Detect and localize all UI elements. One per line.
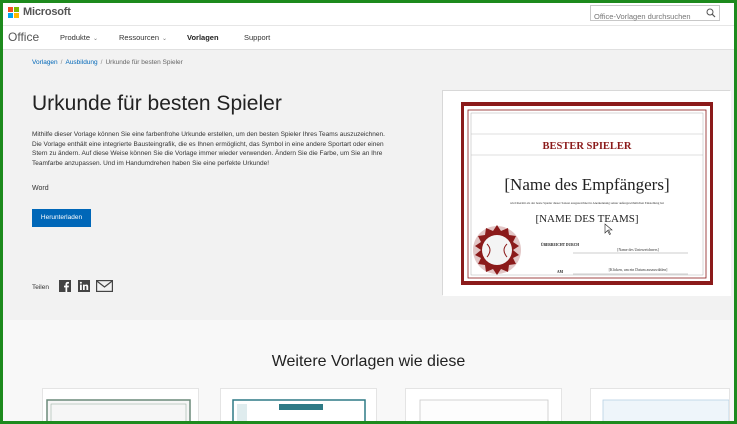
template-thumbnail: [419, 399, 549, 424]
template-preview[interactable]: BESTER SPIELER [Name des Empfängers] wir…: [442, 90, 731, 296]
brand-name[interactable]: Microsoft: [23, 6, 71, 18]
download-button[interactable]: Herunterladen: [32, 209, 91, 227]
nav-item-label: Vorlagen: [187, 33, 219, 42]
facebook-icon[interactable]: [59, 280, 71, 292]
mail-icon[interactable]: [96, 280, 113, 292]
search-icon[interactable]: [706, 8, 716, 18]
breadcrumb-link-ausbildung[interactable]: Ausbildung: [65, 59, 97, 66]
nav-item-produkte[interactable]: Produkte ⌄: [60, 33, 98, 42]
certificate-heading: BESTER SPIELER: [543, 141, 632, 152]
breadcrumb: Vorlagen / Ausbildung / Urkunde für besten S…: [32, 59, 183, 66]
date-label: AM: [557, 270, 564, 274]
breadcrumb-separator: /: [60, 59, 63, 66]
template-card[interactable]: [42, 388, 199, 424]
microsoft-logo-icon[interactable]: [8, 7, 19, 18]
nav-bar: Office Produkte ⌄ Ressourcen ⌄ Vorlagen Su…: [0, 26, 737, 50]
template-thumbnail: [602, 399, 729, 424]
chevron-down-icon: ⌄: [93, 36, 99, 42]
nav-item-ressourcen[interactable]: Ressourcen ⌄: [119, 33, 167, 42]
breadcrumb-separator: /: [100, 59, 103, 66]
template-thumbnail: [46, 399, 191, 424]
app-label: Word: [32, 185, 49, 192]
certificate-image: BESTER SPIELER [Name des Empfängers] wir…: [443, 91, 731, 296]
template-description: Mithilfe dieser Vorlage können Sie eine …: [32, 131, 385, 167]
top-bar: Microsoft: [0, 0, 737, 26]
template-thumbnail: [232, 399, 366, 424]
section-title: Weitere Vorlagen wie diese: [271, 353, 466, 370]
template-card[interactable]: [405, 388, 562, 424]
page-title: Urkunde für besten Spieler: [32, 92, 282, 115]
template-card[interactable]: [220, 388, 377, 424]
breadcrumb-link-vorlagen[interactable]: Vorlagen: [32, 59, 58, 66]
linkedin-icon[interactable]: [78, 280, 90, 292]
certificate-team: [NAME DES TEAMS]: [535, 213, 638, 225]
nav-item-label: Support: [244, 33, 271, 42]
chevron-down-icon: ⌄: [162, 36, 168, 42]
nav-item-vorlagen[interactable]: Vorlagen: [187, 33, 219, 42]
certificate-recipient: [Name des Empfängers]: [504, 175, 669, 194]
nav-item-support[interactable]: Support: [244, 33, 270, 42]
certificate-subtext: wird hiermit als der beste Spieler diese…: [510, 201, 664, 205]
presented-by-label: ÜBERREICHT DURCH: [541, 242, 579, 247]
share-label: Teilen: [32, 284, 49, 291]
office-logo[interactable]: Office: [8, 30, 39, 44]
breadcrumb-current: Urkunde für besten Spieler: [105, 59, 183, 66]
search-box[interactable]: [590, 5, 720, 24]
template-card[interactable]: [590, 388, 730, 424]
nav-item-label: Produkte: [60, 33, 91, 42]
presented-by-value: [Name des Unterzeichners]: [617, 248, 659, 252]
nav-item-label: Ressourcen: [119, 33, 160, 42]
search-input[interactable]: [591, 9, 701, 24]
